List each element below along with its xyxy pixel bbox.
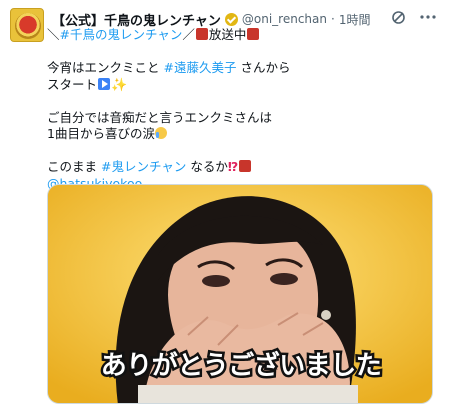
text-fragment: 放送中 [208,27,247,42]
crying-face-icon [154,127,167,139]
tweet-header: 【公式】千鳥の鬼レンチャン @oni_renchan · 1時間 [52,10,371,29]
separator-dot: · [330,12,335,26]
avatar[interactable] [10,8,44,42]
sparkle-icon: ✨ [111,77,128,93]
text-line-2: 今宵はエンクミこと #遠藤久美子 さんから [47,60,437,77]
timestamp[interactable]: 1時間 [339,11,371,28]
media-caption: ありがとうございました [98,349,384,384]
hashtag-link[interactable]: #遠藤久美子 [163,60,236,75]
text-line-6: このまま #鬼レンチャン なるか⁉ [47,159,437,176]
text-line-5: 1曲目から喜びの涙 [47,126,437,143]
text-fragment: ／ [182,27,195,42]
text-fragment: 今宵はエンクミこと [47,60,164,75]
text-fragment: ご自分では音痴だと言うエンクミさんは [47,109,273,125]
text-fragment: なるか [186,159,228,174]
interrobang-icon: ⁉ [227,159,239,174]
text-line-1: ＼#千鳥の鬼レンチャン／ 放送中 [47,27,437,44]
text-fragment: このまま [47,159,101,174]
text-fragment: さんから [236,60,291,75]
text-fragment: 1曲目から喜びの涙 [47,126,155,141]
hashtag-link[interactable]: #千鳥の鬼レンチャン [60,27,183,42]
red-oni-icon [247,28,260,40]
hashtag-link[interactable]: #鬼レンチャン [101,159,186,174]
red-oni-icon [195,28,208,40]
slash-circle-icon[interactable] [390,9,406,25]
tweet-actions-top [390,9,436,25]
text-fragment: ＼ [47,27,60,42]
text-fragment: スタート [47,76,98,92]
program-logo [15,13,41,39]
text-line-3: スタート ✨ [47,77,437,94]
play-button-icon [98,77,111,90]
tweet-text: ＼#千鳥の鬼レンチャン／ 放送中 今宵はエンクミこと #遠藤久美子 さんから スタ… [47,27,437,192]
display-name[interactable]: 【公式】千鳥の鬼レンチャン [52,10,221,29]
verified-badge-icon [224,12,238,26]
user-handle[interactable]: @oni_renchan [242,12,327,26]
red-oni-icon [239,160,252,172]
tweet-media-image[interactable]: ありがとうございました [47,184,433,404]
tweet-card[interactable]: 【公式】千鳥の鬼レンチャン @oni_renchan · 1時間 ＼#千鳥の鬼レ… [0,0,450,410]
more-dots-icon[interactable] [420,9,436,25]
text-line-4: ご自分では音痴だと言うエンクミさんは [47,110,437,127]
